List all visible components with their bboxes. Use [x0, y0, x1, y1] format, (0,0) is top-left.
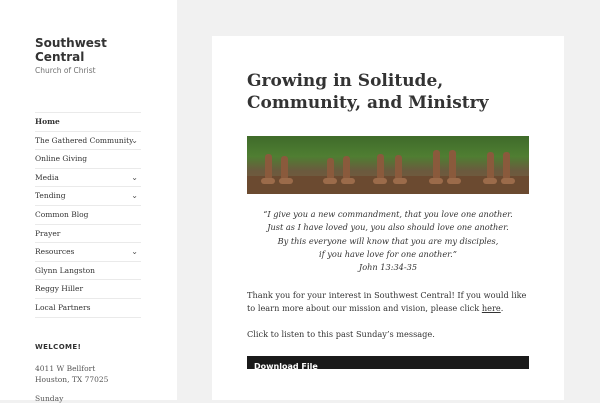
nav-item-label: Resources	[35, 247, 75, 257]
nav-item-tending[interactable]: Tending ⌄	[35, 186, 141, 205]
nav-item-label: Local Partners	[35, 302, 91, 312]
nav-item-label: Prayer	[35, 228, 61, 238]
listen-paragraph: Click to listen to this past Sunday’s me…	[247, 329, 435, 339]
leg	[265, 154, 272, 180]
main-navigation: Home The Gathered Community ⌄ Online Givi…	[35, 112, 141, 318]
nav-item-label: Media	[35, 172, 59, 182]
nav-item-home[interactable]: Home	[35, 112, 141, 131]
service-times-label: Sunday	[35, 394, 64, 403]
quote-line: “I give you a new commandment, that you …	[263, 209, 513, 219]
nav-item-common-blog[interactable]: Common Blog	[35, 204, 141, 224]
nav-item-label: Reggy Hiller	[35, 284, 84, 294]
intro-end: .	[500, 303, 504, 314]
nav-item-label: The Gathered Community	[35, 135, 134, 145]
leg	[449, 150, 456, 180]
nav-item-local-partners[interactable]: Local Partners	[35, 297, 141, 318]
leg	[433, 150, 440, 180]
foot	[429, 178, 443, 184]
site-description: Church of Christ	[35, 66, 96, 75]
sidebar: Southwest Central Church of Christ Home …	[0, 0, 177, 403]
mission-link[interactable]: here	[482, 303, 501, 313]
nav-item-label: Online Giving	[35, 154, 88, 164]
nav-item-label: Common Blog	[35, 209, 89, 219]
widget-title: WELCOME!	[35, 343, 82, 351]
leg	[487, 152, 494, 180]
chevron-down-icon[interactable]: ⌄	[131, 187, 138, 205]
address-line: 4011 W Bellfort	[35, 364, 96, 373]
foot	[261, 178, 275, 184]
leg	[377, 154, 384, 180]
audio-download-bar[interactable]: Download File	[247, 356, 529, 371]
nav-item-online-giving[interactable]: Online Giving	[35, 149, 141, 168]
nav-item-label: Home	[35, 117, 60, 126]
leg	[395, 155, 402, 180]
leg	[343, 156, 350, 180]
nav-item-label: Tending	[35, 191, 66, 201]
post-title: Growing in Solitude, Community, and Mini…	[247, 71, 489, 113]
scripture-quote: “I give you a new commandment, that you …	[247, 208, 529, 274]
quote-line: if you have love for one another.”	[319, 248, 457, 259]
quote-line: Just as I have loved you, you also shoul…	[267, 222, 509, 233]
foot	[279, 178, 293, 184]
download-file-link[interactable]: Download File	[254, 362, 318, 371]
foot	[323, 178, 337, 184]
nav-item-prayer[interactable]: Prayer	[35, 223, 141, 243]
nav-item-resources[interactable]: Resources ⌄	[35, 242, 141, 261]
featured-image	[247, 136, 529, 194]
nav-item-reggy-hiller[interactable]: Reggy Hiller	[35, 279, 141, 298]
nav-item-gathered-community[interactable]: The Gathered Community ⌄	[35, 130, 141, 150]
quote-line: By this everyone will know that you are …	[277, 235, 499, 246]
address-line: Houston, TX 77025	[35, 375, 109, 384]
quote-citation: John 13:34-35	[358, 262, 418, 273]
chevron-down-icon[interactable]: ⌄	[131, 243, 138, 261]
chevron-down-icon[interactable]: ⌄	[131, 169, 138, 187]
post-card: Growing in Solitude, Community, and Mini…	[212, 36, 564, 400]
foot	[483, 178, 497, 184]
leg	[281, 156, 288, 180]
address: 4011 W Bellfort Houston, TX 77025	[35, 363, 108, 385]
leg	[503, 152, 510, 180]
nav-item-media[interactable]: Media ⌄	[35, 167, 141, 187]
foot	[341, 178, 355, 184]
foot	[393, 178, 407, 184]
foot	[373, 178, 387, 184]
foot	[447, 178, 461, 184]
chevron-down-icon[interactable]: ⌄	[131, 132, 138, 150]
leg	[327, 158, 334, 180]
nav-item-glynn-langston[interactable]: Glynn Langston	[35, 260, 141, 280]
foot	[501, 178, 515, 184]
site-title[interactable]: Southwest Central	[35, 36, 155, 64]
nav-item-label: Glynn Langston	[35, 265, 95, 275]
intro-paragraph: Thank you for your interest in Southwest…	[247, 289, 532, 316]
